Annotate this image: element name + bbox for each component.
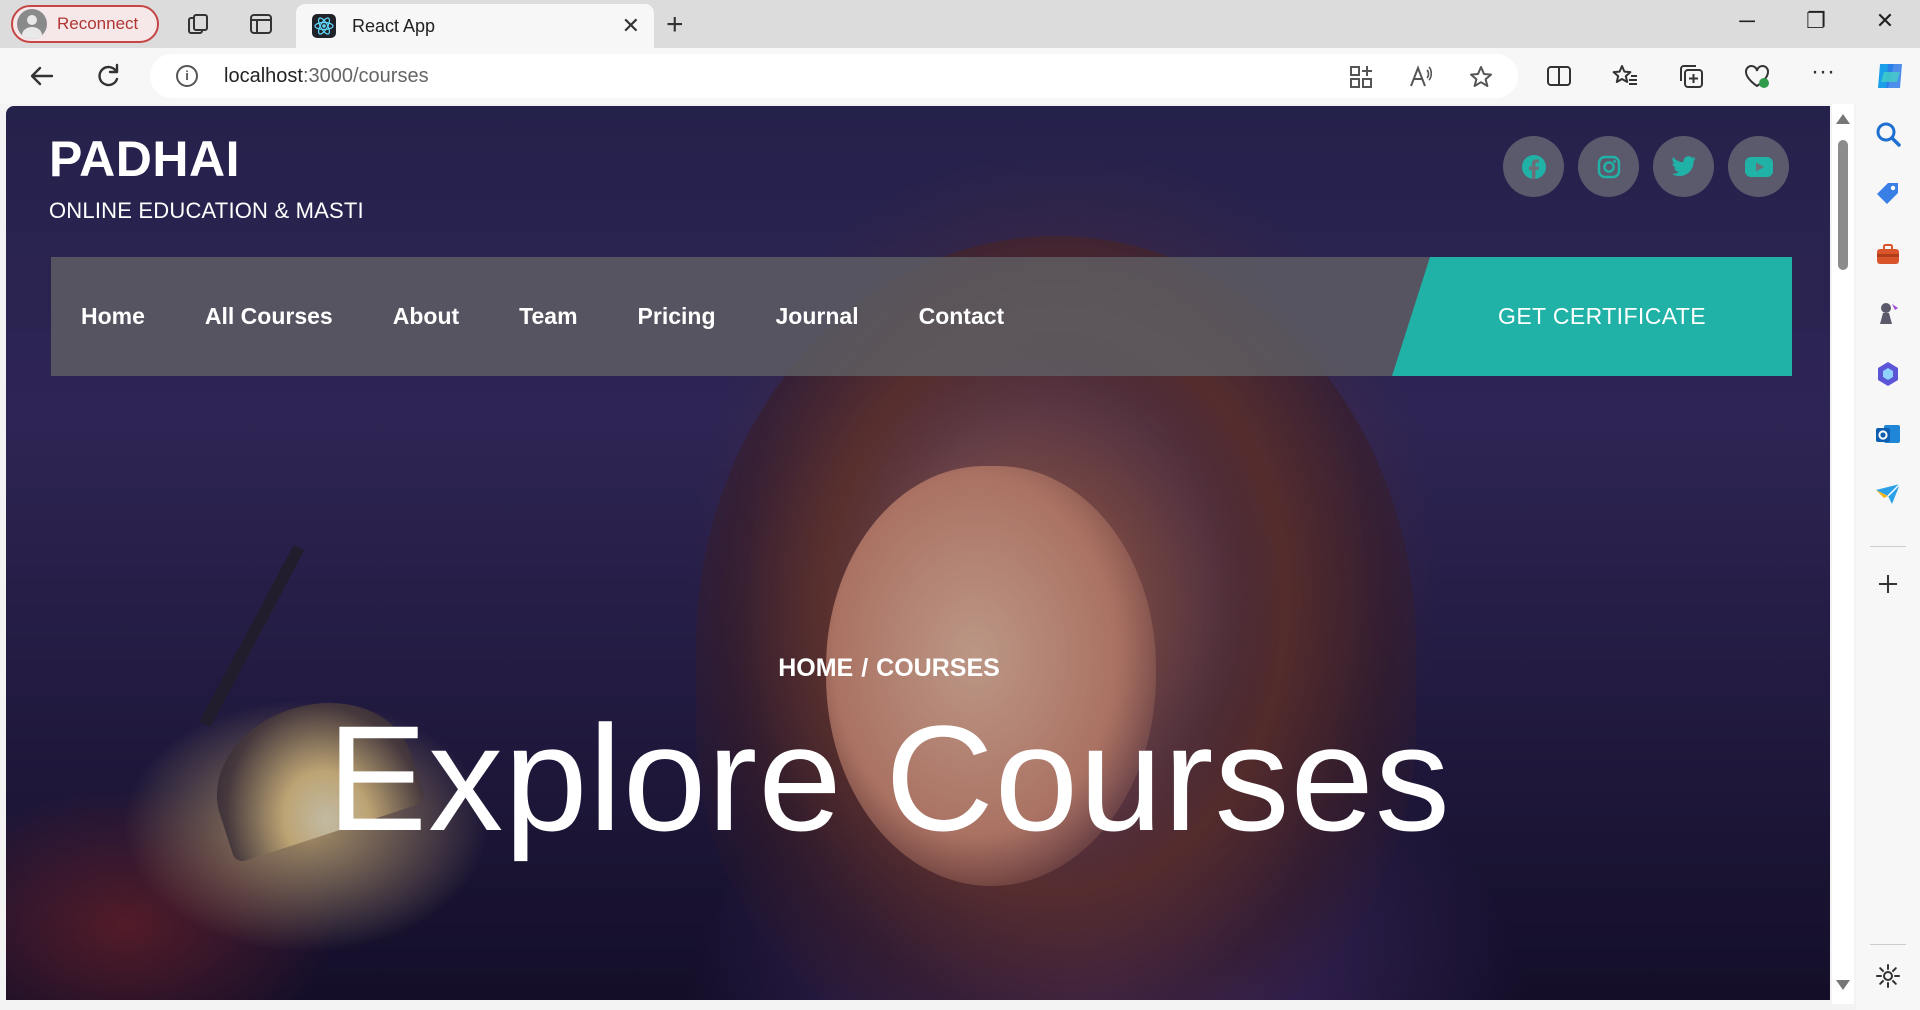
get-certificate-button[interactable]: GET CERTIFICATE — [1392, 257, 1792, 376]
split-screen-icon[interactable] — [1545, 62, 1573, 90]
facebook-icon[interactable] — [1503, 136, 1564, 197]
page-scrollbar[interactable] — [1832, 104, 1854, 1004]
send-drop-icon[interactable] — [1874, 480, 1902, 508]
sidebar-settings-icon[interactable] — [1874, 962, 1902, 990]
profile-button[interactable]: Reconnect — [11, 5, 159, 43]
site-info-icon[interactable]: i — [176, 65, 198, 87]
site-tagline: ONLINE EDUCATION & MASTI — [49, 198, 364, 223]
nav-about[interactable]: About — [393, 303, 459, 330]
breadcrumb: HOME / COURSES — [6, 654, 1772, 683]
copilot-icon[interactable] — [1872, 58, 1908, 94]
favorite-star-icon[interactable] — [1468, 64, 1494, 90]
tab-react-app[interactable]: React App ✕ — [296, 4, 654, 48]
main-navigation: Home All Courses About Team Pricing Jour… — [51, 257, 1461, 376]
breadcrumb-separator: / — [861, 654, 869, 682]
add-sidebar-app-icon[interactable] — [1874, 570, 1902, 598]
profile-avatar-icon — [17, 9, 47, 39]
profile-label: Reconnect — [57, 14, 139, 33]
address-bar[interactable]: i localhost:3000/courses — [150, 54, 1518, 98]
edge-sidebar — [1856, 104, 1920, 1010]
nav-pricing[interactable]: Pricing — [638, 303, 716, 330]
browser-tab-bar: Reconnect React App ✕ + ─ ❐ ✕ — [0, 0, 1920, 48]
site-logo: PADHAI — [49, 131, 240, 187]
nav-journal[interactable]: Journal — [776, 303, 859, 330]
restore-icon[interactable]: ❐ — [1786, 8, 1846, 34]
scroll-up-icon[interactable] — [1836, 114, 1850, 124]
breadcrumb-current: COURSES — [876, 654, 1000, 682]
react-logo-icon — [312, 14, 336, 38]
tab-actions-icon[interactable] — [248, 11, 274, 37]
workspaces-icon[interactable] — [186, 11, 212, 37]
shopping-tag-icon[interactable] — [1874, 180, 1902, 208]
app-available-icon[interactable] — [1348, 64, 1374, 90]
instagram-icon[interactable] — [1578, 136, 1639, 197]
tab-close-icon[interactable]: ✕ — [622, 13, 640, 39]
nav-all-courses[interactable]: All Courses — [205, 303, 333, 330]
tools-briefcase-icon[interactable] — [1874, 240, 1902, 268]
youtube-icon[interactable] — [1728, 136, 1789, 197]
refresh-icon[interactable] — [92, 60, 124, 92]
games-chess-icon[interactable] — [1874, 300, 1902, 328]
url-text[interactable]: localhost:3000/courses — [224, 65, 429, 88]
search-icon[interactable] — [1874, 120, 1902, 148]
browser-toolbar: i localhost:3000/courses ··· — [0, 48, 1920, 104]
nav-contact[interactable]: Contact — [919, 303, 1005, 330]
browser-essentials-icon[interactable] — [1743, 62, 1771, 90]
url-path: :3000/courses — [302, 65, 429, 87]
minimize-icon[interactable]: ─ — [1717, 8, 1777, 34]
twitter-icon[interactable] — [1653, 136, 1714, 197]
outlook-icon[interactable] — [1874, 420, 1902, 448]
sidebar-divider-bottom — [1870, 944, 1906, 945]
site-brand[interactable]: PADHAI ONLINE EDUCATION & MASTI — [49, 134, 364, 224]
scroll-down-icon[interactable] — [1836, 980, 1850, 990]
tab-title: React App — [352, 15, 436, 36]
scrollbar-thumb[interactable] — [1838, 140, 1848, 270]
hero-overlay — [6, 106, 1830, 1000]
back-icon[interactable] — [26, 60, 58, 92]
page-viewport: PADHAI ONLINE EDUCATION & MASTI Home All… — [6, 106, 1830, 1000]
url-host: localhost — [224, 65, 303, 87]
copilot-hex-icon[interactable] — [1874, 360, 1902, 388]
more-options-icon[interactable]: ··· — [1809, 60, 1837, 90]
favorites-icon[interactable] — [1611, 62, 1639, 90]
read-aloud-icon[interactable] — [1408, 64, 1434, 90]
get-certificate-label: GET CERTIFICATE — [1498, 303, 1706, 329]
collections-icon[interactable] — [1677, 62, 1705, 90]
sidebar-divider — [1870, 546, 1906, 547]
breadcrumb-home[interactable]: HOME — [778, 654, 853, 683]
nav-team[interactable]: Team — [519, 303, 577, 330]
nav-home[interactable]: Home — [81, 303, 145, 330]
new-tab-icon[interactable]: + — [666, 8, 684, 42]
close-window-icon[interactable]: ✕ — [1855, 8, 1915, 34]
social-links — [1503, 136, 1789, 197]
page-title: Explore Courses — [327, 694, 1451, 862]
